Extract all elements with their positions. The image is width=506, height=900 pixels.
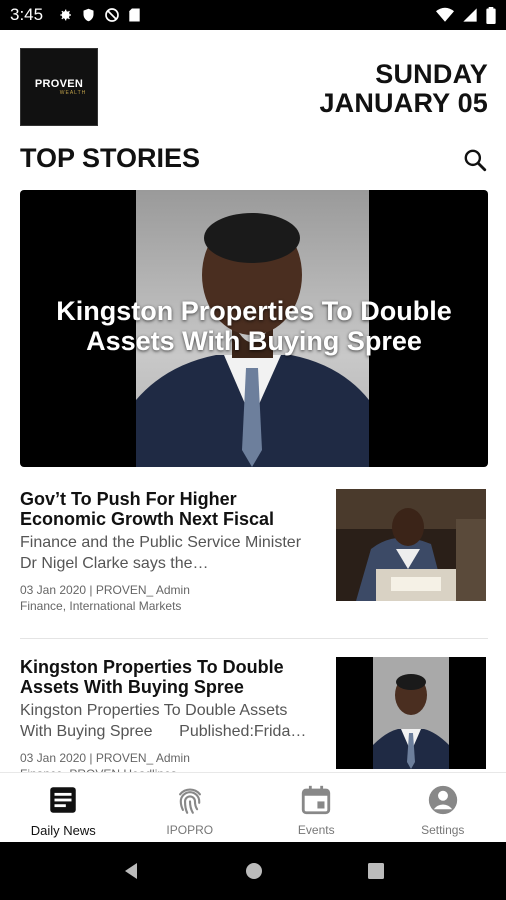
bottom-navigation: Daily News IPOPRO Events Settings [0,772,506,842]
nav-label: Settings [421,823,465,837]
article-title[interactable]: Gov’t To Push For Higher Economic Growth… [20,489,320,529]
article-item[interactable]: Gov’t To Push For Higher Economic Growth… [20,489,488,619]
logo-subtext: WEALTH [59,90,87,96]
date-full: JANUARY 05 [319,88,488,118]
search-icon [464,149,487,172]
gear-icon [60,9,72,21]
date-day: SUNDAY [375,59,488,89]
brand-logo[interactable]: PROVEN WEALTH [20,48,98,126]
home-icon[interactable] [244,861,264,881]
status-bar: 3:45 [0,0,506,30]
nav-events[interactable]: Events [253,773,380,842]
recents-icon[interactable] [367,862,385,880]
article-byline: 03 Jan 2020 | PROVEN_ Admin [20,751,190,765]
article-title[interactable]: Kingston Properties To Double Assets Wit… [20,657,320,697]
battery-icon [486,6,496,24]
system-navigation-bar [0,842,506,900]
signal-icon [463,8,477,22]
divider [20,638,488,639]
account-circle-icon [428,785,457,815]
no-sync-icon [105,8,119,22]
article-byline: 03 Jan 2020 | PROVEN_ Admin [20,583,190,597]
article-tags: Finance, International Markets [20,599,182,613]
nav-label: Daily News [30,823,96,838]
minister-signing-image [336,489,486,601]
article-text: Gov’t To Push For Higher Economic Growth… [20,489,320,614]
section-title: TOP STORIES [20,143,201,173]
nav-label: Events [297,823,335,837]
article-summary: Finance and the Public Service Minister … [20,534,302,572]
nav-label: IPOPRO [166,823,214,837]
article-summary: Kingston Properties To Double Assets Wit… [20,702,307,740]
article-thumbnail[interactable] [336,657,486,769]
app-header: PROVEN WEALTH SUNDAY JANUARY 05 [20,48,488,128]
hero-story-card[interactable]: Kingston Properties To Double Assets Wit… [20,190,488,467]
article-meta: 03 Jan 2020 | PROVEN_ Admin Finance, Int… [20,582,320,614]
nav-settings[interactable]: Settings [380,773,506,842]
calendar-icon [302,785,331,815]
search-button[interactable] [462,147,488,173]
person-portrait-image [336,657,486,769]
logo-text: PROVEN [34,78,84,90]
sd-card-icon [129,8,140,22]
nav-daily-news[interactable]: Daily News [0,773,127,842]
newspaper-icon [50,787,76,813]
article-item[interactable]: Kingston Properties To Double Assets Wit… [20,657,488,781]
wifi-icon [436,7,454,22]
article-text: Kingston Properties To Double Assets Wit… [20,657,320,782]
fingerprint-icon [178,788,201,814]
back-icon[interactable] [121,861,141,881]
hero-title: Kingston Properties To Double Assets Wit… [56,296,452,356]
date-display: SUNDAY JANUARY 05 [319,60,488,118]
article-thumbnail[interactable] [336,489,486,601]
status-time: 3:45 [10,5,44,24]
shield-icon [83,8,94,22]
nav-ipopro[interactable]: IPOPRO [127,773,254,842]
